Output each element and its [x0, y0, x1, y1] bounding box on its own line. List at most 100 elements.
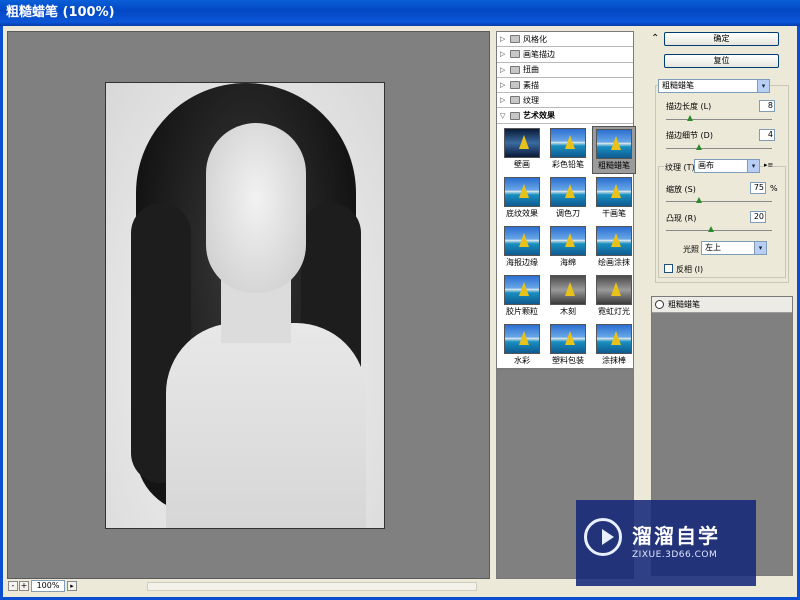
texture-select-value: 画布	[698, 161, 714, 170]
collapsed-arrow-icon: ▷	[500, 81, 506, 90]
scaling-input[interactable]: 75	[750, 182, 766, 194]
preview-image	[105, 82, 385, 529]
category-distort[interactable]: ▷ 扭曲	[497, 63, 633, 78]
ok-button[interactable]: 确定	[664, 32, 779, 46]
relief-input[interactable]: 20	[750, 211, 766, 223]
thumb-film-grain[interactable]: 胶片颗粒	[500, 273, 544, 321]
watermark-url: ZIXUE.3D66.COM	[632, 550, 718, 560]
thumb-label: 粗糙蜡笔	[598, 160, 630, 170]
thumb-label: 绘画涂抹	[598, 257, 630, 267]
thumb-paint-daubs[interactable]: 绘画涂抹	[592, 224, 636, 272]
thumb-poster-edges[interactable]: 海报边缘	[500, 224, 544, 272]
texture-select[interactable]: 画布 ▾	[694, 159, 760, 173]
play-logo-icon	[584, 518, 622, 556]
thumb-watercolor[interactable]: 水彩	[500, 322, 544, 370]
thumb-fresco[interactable]: 壁画	[500, 126, 544, 174]
reset-button[interactable]: 复位	[664, 54, 779, 68]
watermark-logo: 溜溜自学 ZIXUE.3D66.COM	[576, 500, 756, 586]
thumb-plastic-wrap[interactable]: 塑料包装	[546, 322, 590, 370]
category-label: 纹理	[523, 95, 539, 105]
stroke-detail-input[interactable]: 4	[759, 129, 775, 141]
thumb-label: 胶片颗粒	[506, 306, 538, 316]
thumbnail-image	[504, 274, 540, 305]
thumb-smudge-stick[interactable]: 涂抹棒	[592, 322, 636, 370]
folder-icon	[510, 35, 520, 44]
thumb-dry-brush[interactable]: 干画笔	[592, 175, 636, 223]
dropdown-arrow-icon: ▾	[754, 242, 766, 254]
folder-icon	[510, 50, 520, 59]
category-texture[interactable]: ▷ 纹理	[497, 93, 633, 109]
effect-layer-row[interactable]: 粗糙蜡笔	[652, 297, 792, 313]
slider-thumb-icon[interactable]	[708, 226, 715, 232]
thumbnail-image	[596, 128, 632, 159]
thumbnail-image	[596, 323, 632, 354]
thumb-label: 霓虹灯光	[598, 306, 630, 316]
thumbnail-image	[550, 274, 586, 305]
thumb-colored-pencil[interactable]: 彩色铅笔	[546, 126, 590, 174]
invert-checkbox[interactable]	[664, 264, 673, 273]
folder-icon	[510, 65, 520, 74]
light-select[interactable]: 左上 ▾	[701, 241, 767, 255]
slider-thumb-icon[interactable]	[687, 115, 694, 121]
stroke-length-label: 描边长度 (L)	[666, 102, 712, 111]
category-brush-strokes[interactable]: ▷ 画笔描边	[497, 47, 633, 63]
thumbnail-image	[596, 225, 632, 256]
collapse-gallery-icon[interactable]: ⌃	[651, 33, 659, 44]
thumb-rough-pastels[interactable]: 粗糙蜡笔	[592, 125, 636, 174]
thumb-label: 涂抹棒	[602, 355, 626, 365]
scaling-unit: %	[770, 184, 778, 193]
thumbnail-image	[550, 127, 586, 158]
thumbnail-image	[550, 176, 586, 207]
thumb-label: 塑料包装	[552, 355, 584, 365]
filter-gallery: ▷ 风格化 ▷ 画笔描边 ▷ 扭曲 ▷ 素描 ▷ 纹理 ▽ 艺术效果 壁画 彩色铅笔 粗糙蜡…	[496, 31, 636, 372]
zoom-in-button[interactable]: +	[19, 581, 29, 591]
filter-select[interactable]: 粗糙蜡笔 ▾	[658, 79, 770, 93]
thumb-label: 壁画	[514, 159, 530, 169]
thumb-underpainting[interactable]: 底纹效果	[500, 175, 544, 223]
thumbnail-image	[596, 274, 632, 305]
category-label: 素描	[523, 80, 539, 90]
face-shape	[206, 123, 306, 293]
zoom-level[interactable]: 100%	[31, 580, 65, 592]
stroke-length-slider[interactable]	[666, 114, 772, 121]
thumbnail-grid: 壁画 彩色铅笔 粗糙蜡笔 底纹效果 调色刀 干画笔 海报边缘 海绵 绘画涂抹 胶…	[497, 124, 636, 372]
category-sketch[interactable]: ▷ 素描	[497, 78, 633, 94]
invert-label: 反相 (I)	[676, 265, 704, 274]
folder-open-icon	[510, 111, 520, 120]
slider-thumb-icon[interactable]	[695, 144, 702, 150]
thumb-neon-glow[interactable]: 霓虹灯光	[592, 273, 636, 321]
relief-slider[interactable]	[666, 225, 772, 232]
slider-thumb-icon[interactable]	[695, 197, 702, 203]
category-artistic[interactable]: ▽ 艺术效果	[497, 108, 633, 124]
thumb-palette-knife[interactable]: 调色刀	[546, 175, 590, 223]
thumb-sponge[interactable]: 海绵	[546, 224, 590, 272]
eye-icon[interactable]	[655, 300, 664, 309]
thumbnail-image	[550, 323, 586, 354]
thumb-label: 海报边缘	[506, 257, 538, 267]
thumb-label: 海绵	[560, 257, 576, 267]
folder-icon	[510, 81, 520, 90]
stroke-detail-slider[interactable]	[666, 143, 772, 150]
thumbnail-image	[504, 225, 540, 256]
thumb-cutout[interactable]: 木刻	[546, 273, 590, 321]
relief-label: 凸现 (R)	[666, 214, 697, 223]
dropdown-arrow-icon: ▾	[747, 160, 759, 172]
window-title-bar[interactable]: 粗糙蜡笔 (100%)	[0, 0, 800, 26]
thumbnail-image	[504, 127, 540, 158]
preview-canvas[interactable]	[7, 31, 490, 579]
dropdown-arrow-icon: ▾	[757, 80, 769, 92]
play-triangle-icon	[602, 529, 614, 545]
horizontal-scrollbar[interactable]	[147, 582, 477, 591]
stroke-length-input[interactable]: 8	[759, 100, 775, 112]
collapsed-arrow-icon: ▷	[500, 65, 506, 74]
scaling-slider[interactable]	[666, 196, 772, 203]
zoom-out-button[interactable]: -	[8, 581, 18, 591]
zoom-menu-arrow[interactable]: ▸	[67, 581, 77, 591]
thumb-label: 彩色铅笔	[552, 159, 584, 169]
filter-select-value: 粗糙蜡笔	[662, 81, 694, 90]
stroke-detail-label: 描边细节 (D)	[666, 131, 713, 140]
texture-menu-icon[interactable]: ▸≡	[764, 161, 774, 169]
window-title: 粗糙蜡笔 (100%)	[6, 5, 115, 20]
category-stylize[interactable]: ▷ 风格化	[497, 32, 633, 48]
dress-shape	[166, 323, 366, 528]
